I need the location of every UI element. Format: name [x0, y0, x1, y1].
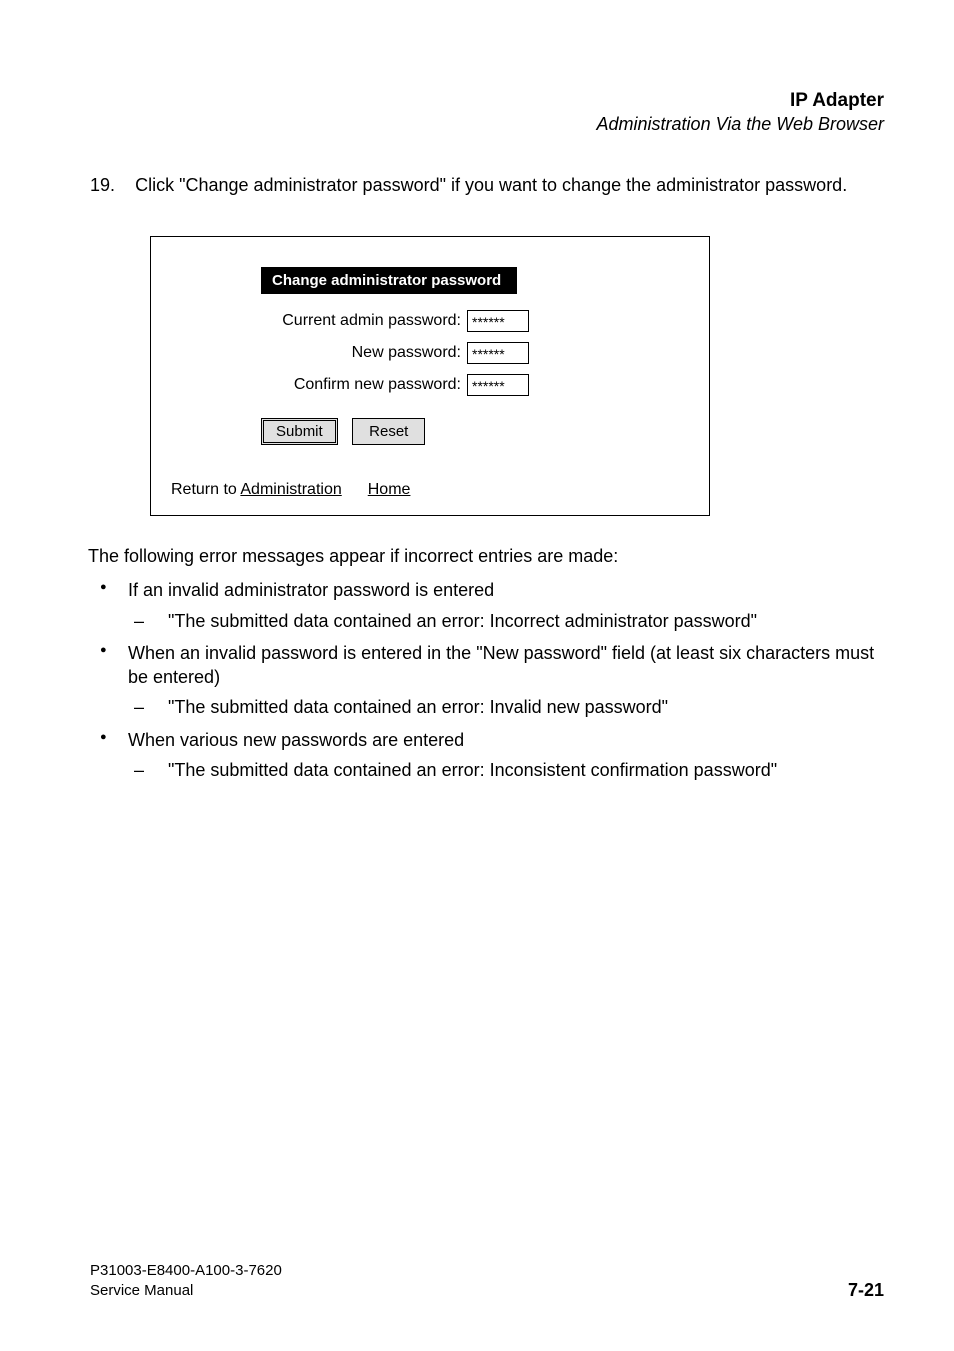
errors-intro: The following error messages appear if i… — [88, 544, 884, 568]
header-title: IP Adapter — [90, 90, 884, 112]
step-instruction: 19. Click "Change administrator password… — [90, 175, 884, 196]
administration-link[interactable]: Administration — [240, 481, 341, 498]
error-message-3: "The submitted data contained an error: … — [128, 758, 884, 782]
new-password-input[interactable]: ****** — [467, 342, 529, 364]
confirm-password-input[interactable]: ****** — [467, 374, 529, 396]
submit-button[interactable]: Submit — [261, 418, 338, 445]
page-number: 7-21 — [848, 1280, 884, 1301]
error-message-2: "The submitted data contained an error: … — [128, 695, 884, 719]
error-message-1: "The submitted data contained an error: … — [128, 609, 884, 633]
step-text: Click "Change administrator password" if… — [135, 175, 847, 195]
reset-button[interactable]: Reset — [352, 418, 425, 445]
current-password-input[interactable]: ****** — [467, 310, 529, 332]
return-prefix: Return to — [171, 481, 240, 498]
error-case-3-text: When various new passwords are entered — [128, 730, 464, 750]
footer-doc-id: P31003-E8400-A100-3-7620 — [90, 1261, 282, 1281]
panel-title: Change administrator password — [261, 267, 517, 294]
confirm-password-label: Confirm new password: — [261, 376, 467, 394]
step-number: 19. — [90, 175, 115, 195]
error-case-1: If an invalid administrator password is … — [90, 578, 884, 633]
error-case-2-text: When an invalid password is entered in t… — [128, 643, 874, 687]
return-nav: Return to Administration Home — [171, 471, 689, 499]
error-case-1-text: If an invalid administrator password is … — [128, 580, 494, 600]
error-case-2: When an invalid password is entered in t… — [90, 641, 884, 720]
home-link[interactable]: Home — [368, 481, 411, 498]
header-subtitle: Administration Via the Web Browser — [90, 114, 884, 135]
current-password-label: Current admin password: — [261, 312, 467, 330]
footer-doc-type: Service Manual — [90, 1281, 282, 1301]
error-case-3: When various new passwords are entered "… — [90, 728, 884, 783]
change-password-panel: Change administrator password Current ad… — [150, 236, 710, 516]
new-password-label: New password: — [261, 344, 467, 362]
